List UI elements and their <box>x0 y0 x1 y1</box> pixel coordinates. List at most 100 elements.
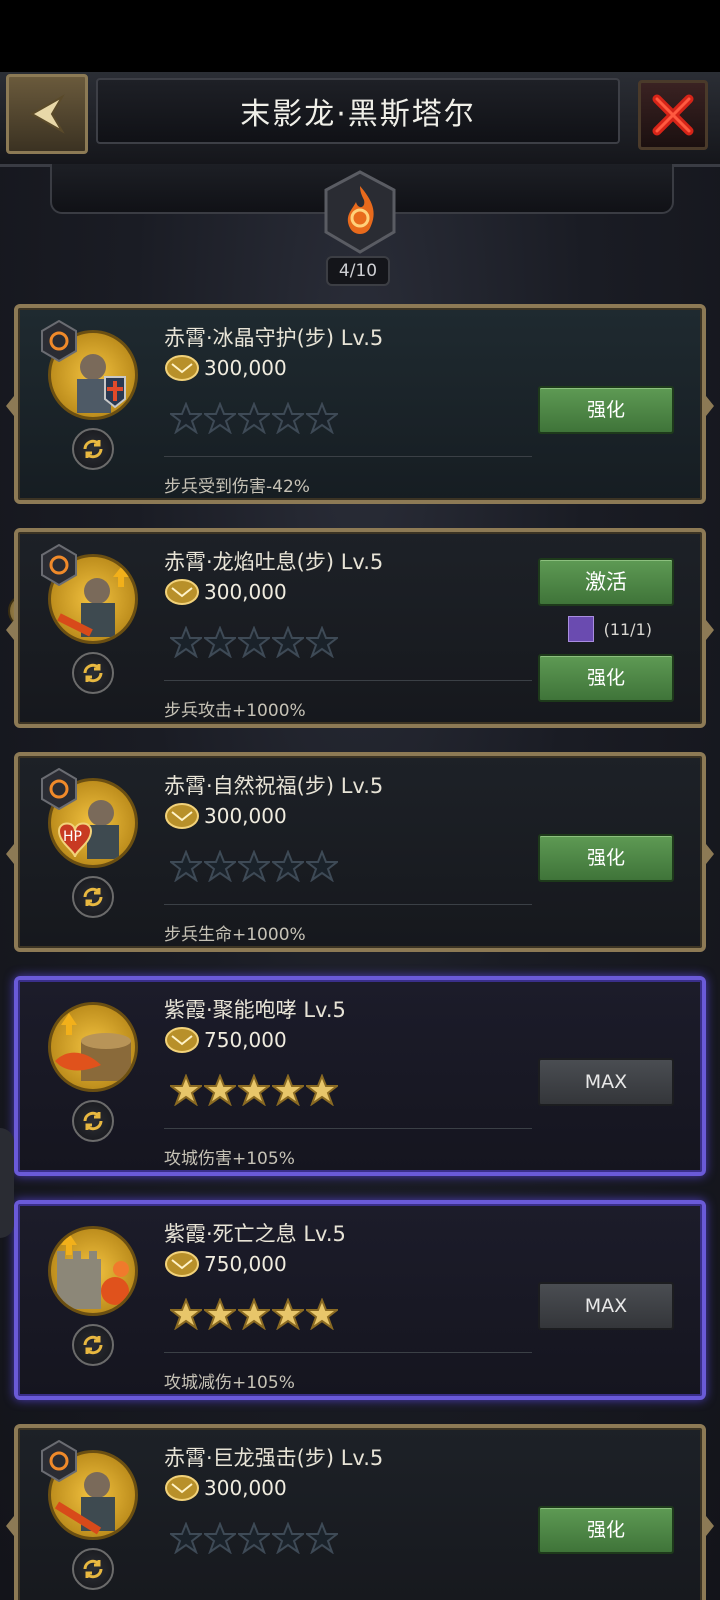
star-empty-icon <box>170 626 202 658</box>
star-empty-icon <box>170 402 202 434</box>
skill-cost: 300,000 <box>164 578 287 606</box>
refresh-icon <box>83 1335 103 1355</box>
upgrade-button[interactable]: 强化 <box>538 834 674 882</box>
fire-badge-icon <box>40 1439 78 1483</box>
star-empty-icon <box>306 626 338 658</box>
max-button[interactable]: MAX <box>538 1282 674 1330</box>
refresh-button[interactable] <box>72 652 114 694</box>
fire-badge-icon <box>40 767 78 811</box>
skill-card: 紫霞·聚能咆哮 Lv.5 750,000 攻城伤害+105% MAX <box>14 976 706 1176</box>
refresh-icon <box>83 887 103 907</box>
refresh-icon <box>83 663 103 683</box>
skill-card: 赤霄·龙焰吐息(步) Lv.5 300,000 步兵攻击+1000% 激活 (1… <box>6 528 714 728</box>
currency-icon <box>165 1027 199 1053</box>
refresh-button[interactable] <box>72 1324 114 1366</box>
star-empty-icon <box>238 850 270 882</box>
svg-text:HP: HP <box>63 829 82 845</box>
skill-card: 紫霞·死亡之息 Lv.5 750,000 攻城减伤+105% MAX <box>14 1200 706 1400</box>
star-filled-icon <box>272 1298 304 1330</box>
refresh-button[interactable] <box>72 1100 114 1142</box>
star-rating <box>170 626 338 658</box>
skill-card: HP 赤霄·自然祝福(步) Lv.5 300,000 步兵生命+1000% 强化 <box>6 752 714 952</box>
skill-portrait-icon <box>48 1226 138 1316</box>
skill-effect: 攻城减伤+105% <box>164 1373 295 1393</box>
dragon-emblem-icon <box>322 170 398 254</box>
side-drawer-handle[interactable] <box>0 1128 14 1238</box>
star-empty-icon <box>170 1522 202 1554</box>
skill-name: 紫霞·聚能咆哮 Lv.5 <box>164 998 346 1022</box>
star-empty-icon <box>272 1522 304 1554</box>
cost-value: 750,000 <box>204 1028 287 1052</box>
activate-button[interactable]: 激活 <box>538 558 674 606</box>
star-rating <box>170 1298 338 1330</box>
refresh-icon <box>83 1559 103 1579</box>
fire-badge-icon <box>40 543 78 587</box>
star-filled-icon <box>204 1074 236 1106</box>
progress-counter: 4/10 <box>326 256 390 286</box>
back-button[interactable] <box>6 74 88 154</box>
star-empty-icon <box>238 402 270 434</box>
cost-value: 750,000 <box>204 1252 287 1276</box>
close-button[interactable] <box>638 80 708 150</box>
star-empty-icon <box>204 1522 236 1554</box>
skill-cost: 300,000 <box>164 1474 287 1502</box>
requirement-count: (11/1) <box>603 619 652 639</box>
currency-icon <box>165 355 199 381</box>
skill-card: 赤霄·冰晶守护(步) Lv.5 300,000 步兵受到伤害-42% 强化 <box>6 304 714 504</box>
star-rating <box>170 1522 338 1554</box>
star-filled-icon <box>238 1298 270 1330</box>
currency-icon <box>165 803 199 829</box>
currency-icon <box>165 1475 199 1501</box>
upgrade-button[interactable]: 强化 <box>538 654 674 702</box>
skill-cost: 750,000 <box>164 1250 287 1278</box>
cost-value: 300,000 <box>204 580 287 604</box>
skill-cost: 300,000 <box>164 802 287 830</box>
title-plate: 末影龙·黑斯塔尔 <box>96 78 620 144</box>
star-filled-icon <box>238 1074 270 1106</box>
refresh-button[interactable] <box>72 876 114 918</box>
star-empty-icon <box>306 850 338 882</box>
star-filled-icon <box>306 1298 338 1330</box>
star-filled-icon <box>272 1074 304 1106</box>
star-empty-icon <box>306 1522 338 1554</box>
dragon-skill-screen: 末影龙·黑斯塔尔 4/10 赤霄·冰晶守护(步) Lv.5 300,000 步兵… <box>0 72 720 1600</box>
star-empty-icon <box>272 626 304 658</box>
skill-effect: 步兵生命+1000% <box>164 925 306 945</box>
skill-name: 赤霄·巨龙强击(步) Lv.5 <box>164 1446 384 1470</box>
currency-icon <box>165 1251 199 1277</box>
upgrade-button[interactable]: 强化 <box>538 386 674 434</box>
requirement: (11/1) <box>567 616 652 642</box>
star-empty-icon <box>272 402 304 434</box>
close-icon <box>652 94 694 136</box>
upgrade-button[interactable]: 强化 <box>538 1506 674 1554</box>
skill-effect: 步兵攻击+1000% <box>164 701 306 721</box>
page-title: 末影龙·黑斯塔尔 <box>240 97 476 132</box>
star-empty-icon <box>238 626 270 658</box>
status-bar <box>0 0 720 72</box>
star-rating <box>170 1074 338 1106</box>
skill-name: 赤霄·自然祝福(步) Lv.5 <box>164 774 384 798</box>
star-empty-icon <box>306 402 338 434</box>
star-rating <box>170 402 338 434</box>
refresh-button[interactable] <box>72 1548 114 1590</box>
skill-card: 赤霄·巨龙强击(步) Lv.5 300,000 强化 <box>6 1424 714 1600</box>
skill-name: 紫霞·死亡之息 Lv.5 <box>164 1222 346 1246</box>
cost-value: 300,000 <box>204 356 287 380</box>
skill-name: 赤霄·龙焰吐息(步) Lv.5 <box>164 550 384 574</box>
currency-icon <box>165 579 199 605</box>
star-filled-icon <box>306 1074 338 1106</box>
cost-value: 300,000 <box>204 1476 287 1500</box>
star-filled-icon <box>170 1074 202 1106</box>
max-button[interactable]: MAX <box>538 1058 674 1106</box>
star-empty-icon <box>170 850 202 882</box>
back-arrow-icon <box>29 94 65 134</box>
star-rating <box>170 850 338 882</box>
skill-cost: 750,000 <box>164 1026 287 1054</box>
skill-effect: 攻城伤害+105% <box>164 1149 295 1169</box>
star-filled-icon <box>204 1298 236 1330</box>
star-empty-icon <box>204 626 236 658</box>
refresh-button[interactable] <box>72 428 114 470</box>
fire-badge-icon <box>40 319 78 363</box>
skill-name: 赤霄·冰晶守护(步) Lv.5 <box>164 326 384 350</box>
skill-effect: 步兵受到伤害-42% <box>164 477 310 497</box>
